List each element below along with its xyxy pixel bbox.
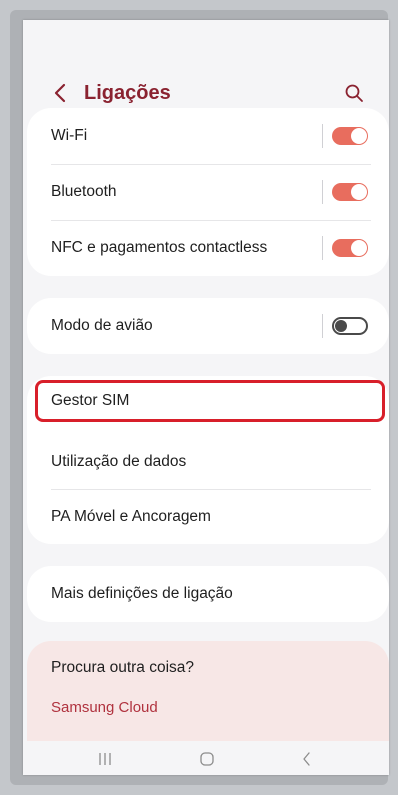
more-settings-card: Mais definições de ligação: [27, 566, 389, 622]
navigation-bar: [23, 745, 389, 775]
network-card: Gestor SIM Utilização de dados PA Móvel …: [27, 376, 389, 544]
toggle-knob: [351, 128, 367, 144]
airplane-label: Modo de avião: [51, 317, 153, 334]
airplane-row[interactable]: Modo de avião: [27, 298, 389, 354]
data-usage-label: Utilização de dados: [51, 453, 187, 470]
airplane-card: Modo de avião: [27, 298, 389, 354]
highlight-box: [35, 380, 385, 422]
nfc-toggle[interactable]: [332, 239, 368, 257]
nfc-row[interactable]: NFC e pagamentos contactless: [27, 220, 389, 276]
nfc-label: NFC e pagamentos contactless: [51, 239, 268, 256]
sim-manager-row[interactable]: Gestor SIM: [27, 376, 389, 426]
page-title: Ligações: [84, 82, 171, 104]
hotspot-label: PA Móvel e Ancoragem: [51, 508, 211, 525]
toggle-knob: [335, 320, 347, 332]
recents-icon[interactable]: [95, 749, 115, 769]
wifi-row[interactable]: Wi-Fi: [27, 108, 389, 164]
samsung-cloud-link[interactable]: Samsung Cloud: [51, 699, 158, 716]
search-icon[interactable]: [343, 82, 365, 104]
suggestion-card: Procura outra coisa? Samsung Cloud: [27, 641, 389, 741]
separator: [322, 180, 323, 204]
wifi-label: Wi-Fi: [51, 127, 88, 144]
more-settings-row[interactable]: Mais definições de ligação: [27, 566, 389, 622]
hotspot-row[interactable]: PA Móvel e Ancoragem: [27, 489, 389, 545]
back-icon[interactable]: [297, 749, 317, 769]
chevron-left-icon[interactable]: [49, 81, 73, 105]
bluetooth-label: Bluetooth: [51, 183, 117, 200]
airplane-toggle[interactable]: [332, 317, 368, 335]
separator: [322, 124, 323, 148]
bluetooth-row[interactable]: Bluetooth: [27, 164, 389, 220]
home-icon[interactable]: [197, 749, 217, 769]
separator: [322, 236, 323, 260]
separator: [322, 314, 323, 338]
toggle-knob: [351, 240, 367, 256]
data-usage-row[interactable]: Utilização de dados: [27, 434, 389, 490]
toggle-knob: [351, 184, 367, 200]
wifi-toggle[interactable]: [332, 127, 368, 145]
more-settings-label: Mais definições de ligação: [51, 585, 233, 602]
suggestion-title: Procura outra coisa?: [51, 659, 195, 676]
phone-screen: Ligações Wi-Fi Bluetooth NFC e pagamento…: [23, 20, 389, 775]
connectivity-card: Wi-Fi Bluetooth NFC e pagamentos contact…: [27, 108, 389, 276]
bluetooth-toggle[interactable]: [332, 183, 368, 201]
